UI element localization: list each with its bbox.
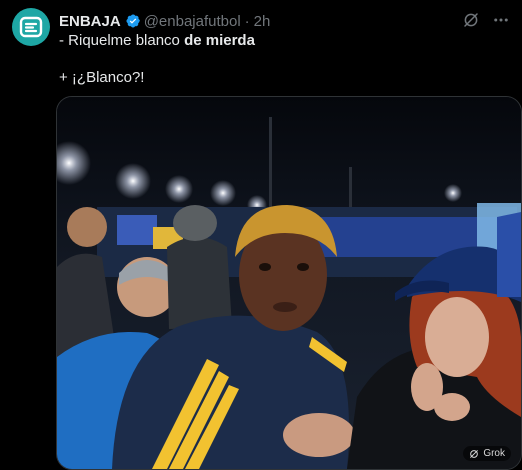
separator-dot: · [244,12,250,30]
tweet-text-bold: de mierda [184,32,255,49]
video-frame-illustration [57,97,521,469]
avatar[interactable] [12,8,50,46]
tweet-text-line-1: - Riquelme blanco de mierda [59,32,255,49]
more-dots-icon[interactable] [492,11,510,29]
grok-slash-icon[interactable] [462,11,480,29]
tweet-text-line-2: + ¡¿Blanco?! [59,69,145,86]
header-actions [462,11,510,29]
enbaja-logo-icon [19,16,43,38]
author-display-name[interactable]: ENBAJA [59,13,121,30]
tweet-media-video[interactable]: Grok [56,96,522,470]
grok-badge[interactable]: Grok [463,446,511,461]
verified-badge-icon [125,13,141,29]
author-handle[interactable]: @enbajafutbol [144,13,241,30]
tweet-text-plain: - Riquelme blanco [59,32,185,49]
grok-label: Grok [483,448,505,459]
timestamp[interactable]: 2h [254,13,271,30]
tweet-header: ENBAJA @enbajafutbol · 2h [59,11,510,31]
grok-icon [470,449,479,458]
